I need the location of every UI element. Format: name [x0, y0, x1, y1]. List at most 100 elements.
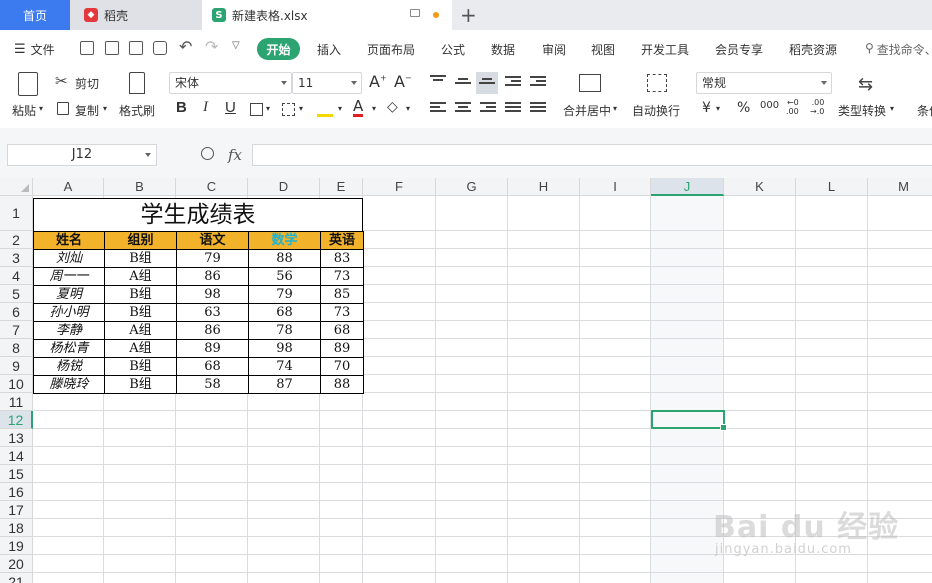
row-header-14[interactable]: 14	[0, 447, 33, 465]
formula-input[interactable]	[252, 144, 932, 166]
table-header-cell[interactable]: 组别	[104, 231, 177, 250]
menu-tab-review[interactable]: 审阅	[542, 41, 566, 58]
active-cell-j12[interactable]	[651, 410, 727, 431]
column-header-b[interactable]: B	[104, 178, 176, 196]
underline-icon[interactable]: U	[225, 99, 236, 116]
sheet-title-cell[interactable]: 学生成绩表	[33, 198, 363, 231]
row-header-4[interactable]: 4	[0, 267, 33, 285]
table-cell[interactable]: 88	[248, 249, 321, 268]
column-header-f[interactable]: F	[363, 178, 436, 196]
fill-color-dropdown-icon[interactable]: ▾	[338, 104, 342, 113]
row-header-15[interactable]: 15	[0, 465, 33, 483]
table-cell[interactable]: 刘灿	[33, 249, 105, 268]
indent-decrease-icon[interactable]	[505, 76, 521, 88]
redo-icon[interactable]: ↷	[205, 37, 218, 56]
table-cell[interactable]: 85	[320, 285, 364, 304]
column-header-d[interactable]: D	[248, 178, 320, 196]
table-cell[interactable]: 夏明	[33, 285, 105, 304]
merge-center-button[interactable]: 合并居中 ▾	[561, 70, 621, 122]
currency-dropdown-icon[interactable]: ▾	[716, 104, 720, 113]
table-cell[interactable]: B组	[104, 303, 177, 322]
font-color-dropdown-icon[interactable]: ▾	[372, 104, 376, 113]
column-header-m[interactable]: M	[868, 178, 932, 196]
clear-dropdown-icon[interactable]: ▾	[406, 104, 410, 113]
align-left-icon[interactable]	[430, 102, 446, 114]
monitor-icon[interactable]	[410, 9, 420, 17]
percent-icon[interactable]: %	[737, 100, 750, 116]
italic-icon[interactable]: I	[203, 99, 208, 116]
fx-icon[interactable]: fx	[228, 146, 242, 164]
indent-increase-icon[interactable]	[530, 76, 546, 88]
row-header-19[interactable]: 19	[0, 537, 33, 555]
decrease-font-icon[interactable]: A−	[394, 72, 412, 91]
align-top-icon[interactable]	[430, 75, 446, 87]
table-cell[interactable]: 78	[248, 321, 321, 340]
format-painter-button[interactable]: 格式刷	[117, 70, 159, 122]
increase-decimal-icon[interactable]: ←0.00	[786, 98, 799, 116]
search-command[interactable]: ⚲ 查找命令、	[865, 41, 932, 58]
undo-icon[interactable]: ↶	[179, 37, 192, 56]
row-header-21[interactable]: 21	[0, 573, 33, 583]
row-header-3[interactable]: 3	[0, 249, 33, 267]
font-color-icon[interactable]: A	[353, 98, 364, 117]
column-header-h[interactable]: H	[508, 178, 580, 196]
table-header-cell[interactable]: 英语	[320, 231, 364, 250]
table-cell[interactable]: 73	[320, 303, 364, 322]
table-cell[interactable]: 58	[176, 375, 249, 394]
tab-home[interactable]: 首页	[0, 0, 70, 30]
row-header-10[interactable]: 10	[0, 375, 33, 393]
table-cell[interactable]: A组	[104, 267, 177, 286]
table-cell[interactable]: 73	[320, 267, 364, 286]
column-header-a[interactable]: A	[33, 178, 104, 196]
column-header-k[interactable]: K	[724, 178, 796, 196]
eraser-icon[interactable]: ◇	[387, 99, 398, 115]
justify-icon[interactable]	[505, 102, 521, 114]
menu-tab-insert[interactable]: 插入	[317, 41, 341, 58]
bold-icon[interactable]: B	[176, 99, 187, 116]
row-header-1[interactable]: 1	[0, 196, 33, 231]
table-cell[interactable]: 68	[320, 321, 364, 340]
row-header-20[interactable]: 20	[0, 555, 33, 573]
table-cell[interactable]: 98	[176, 285, 249, 304]
number-format-select[interactable]: 常规	[696, 72, 832, 94]
table-cell[interactable]: 86	[176, 321, 249, 340]
menu-tab-view[interactable]: 视图	[591, 41, 615, 58]
cell-style-icon[interactable]	[282, 103, 295, 116]
column-header-c[interactable]: C	[176, 178, 248, 196]
row-header-7[interactable]: 7	[0, 321, 33, 339]
menu-tab-data[interactable]: 数据	[491, 41, 515, 58]
row-header-13[interactable]: 13	[0, 429, 33, 447]
zoom-search-icon[interactable]	[201, 147, 214, 160]
row-header-2[interactable]: 2	[0, 231, 33, 249]
table-cell[interactable]: 88	[320, 375, 364, 394]
table-header-cell[interactable]: 数学	[248, 231, 321, 250]
column-header-g[interactable]: G	[436, 178, 508, 196]
column-header-e[interactable]: E	[320, 178, 363, 196]
wrap-text-button[interactable]: 自动换行	[630, 70, 685, 122]
column-header-j[interactable]: J	[651, 178, 724, 196]
align-right-icon[interactable]	[480, 102, 496, 114]
paste-button[interactable]: 粘贴 ▾	[8, 70, 48, 122]
font-name-select[interactable]: 宋体	[169, 72, 292, 94]
row-header-16[interactable]: 16	[0, 483, 33, 501]
table-cell[interactable]: 79	[176, 249, 249, 268]
table-cell[interactable]: A组	[104, 321, 177, 340]
row-header-18[interactable]: 18	[0, 519, 33, 537]
menu-tab-member[interactable]: 会员专享	[715, 41, 763, 58]
table-cell[interactable]: B组	[104, 249, 177, 268]
type-convert-button[interactable]: ⇆ 类型转换 ▾	[836, 70, 900, 122]
table-cell[interactable]: 李静	[33, 321, 105, 340]
table-cell[interactable]: 滕晓玲	[33, 375, 105, 394]
increase-font-icon[interactable]: A+	[369, 72, 387, 91]
tab-file[interactable]: S 新建表格.xlsx	[202, 0, 452, 30]
column-header-l[interactable]: L	[796, 178, 868, 196]
table-cell[interactable]: 周一一	[33, 267, 105, 286]
font-size-select[interactable]: 11	[292, 72, 362, 94]
fill-color-icon[interactable]	[317, 102, 333, 117]
table-cell[interactable]: B组	[104, 357, 177, 376]
column-header-i[interactable]: I	[580, 178, 651, 196]
new-tab-plus-icon[interactable]: +	[460, 3, 477, 27]
tab-daoke[interactable]: ◆ 稻壳	[70, 0, 202, 30]
row-header-5[interactable]: 5	[0, 285, 33, 303]
copy-button[interactable]: 复制 ▾	[55, 100, 111, 120]
